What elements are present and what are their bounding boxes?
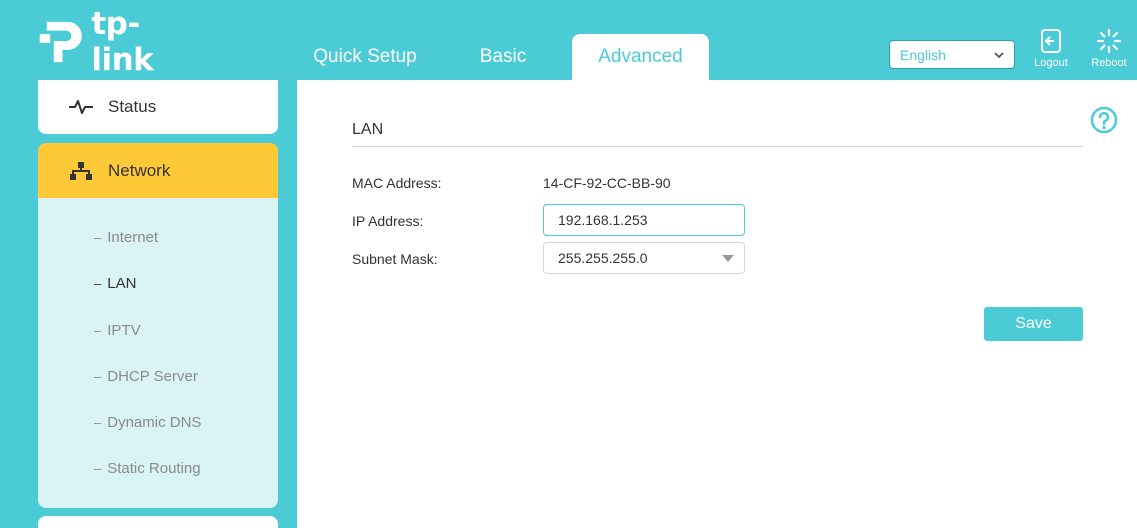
chevron-down-icon [994, 51, 1004, 58]
save-button[interactable]: Save [984, 307, 1083, 341]
network-submenu: – Internet – LAN – IPTV – DHCP Server – Dynam… [38, 198, 278, 508]
logout-label: Logout [1034, 57, 1068, 69]
ip-address-label: IP Address: [352, 213, 424, 229]
caret-down-icon [722, 254, 734, 262]
reboot-button[interactable]: Reboot [1084, 28, 1134, 72]
network-icon [68, 161, 94, 181]
submenu-item-lan[interactable]: – LAN [94, 275, 136, 292]
sidebar-item-next[interactable] [38, 516, 278, 528]
subnet-mask-select[interactable]: 255.255.255.0 [543, 242, 745, 274]
tab-basic[interactable]: Basic [458, 34, 548, 80]
main-panel: LAN MAC Address: 14-CF-92-CC-BB-90 IP Ad… [297, 80, 1137, 528]
submenu-item-label: Dynamic DNS [107, 414, 202, 431]
reboot-icon [1096, 28, 1122, 54]
sidebar-item-label: Status [108, 97, 157, 116]
logout-icon [1041, 29, 1061, 53]
submenu-item-iptv[interactable]: – IPTV [94, 322, 141, 339]
logout-button[interactable]: Logout [1026, 28, 1076, 72]
sidebar-item-label: Network [108, 160, 171, 180]
submenu-item-dynamic-dns[interactable]: – Dynamic DNS [94, 414, 201, 431]
subnet-mask-label: Subnet Mask: [352, 251, 438, 267]
submenu-item-static-routing[interactable]: – Static Routing [94, 460, 201, 477]
section-divider [352, 146, 1083, 147]
pulse-icon [68, 97, 94, 117]
help-icon[interactable] [1090, 106, 1118, 134]
submenu-item-label: LAN [107, 275, 137, 292]
ip-address-input[interactable] [543, 204, 745, 236]
tp-link-logo-icon [39, 21, 82, 63]
submenu-item-internet[interactable]: – Internet [94, 229, 158, 246]
submenu-item-label: Internet [107, 229, 159, 246]
submenu-item-label: DHCP Server [107, 368, 198, 385]
submenu-item-dhcp-server[interactable]: – DHCP Server [94, 368, 198, 385]
tp-link-logo: tp-link [38, 6, 188, 78]
tab-quick-setup[interactable]: Quick Setup [300, 34, 430, 80]
reboot-label: Reboot [1091, 57, 1127, 69]
section-title: LAN [352, 121, 384, 138]
language-value: English [900, 46, 946, 63]
language-select[interactable]: English [889, 40, 1015, 69]
mac-address-value: 14-CF-92-CC-BB-90 [543, 175, 671, 191]
brand-name: tp-link [91, 6, 154, 78]
sidebar-item-status[interactable]: Status [38, 80, 278, 134]
sidebar-item-network[interactable]: Network [38, 143, 278, 198]
subnet-mask-value: 255.255.255.0 [558, 250, 648, 266]
submenu-item-label: Static Routing [107, 460, 201, 477]
tab-advanced[interactable]: Advanced [572, 34, 709, 80]
submenu-item-label: IPTV [107, 322, 141, 339]
mac-address-label: MAC Address: [352, 175, 442, 191]
